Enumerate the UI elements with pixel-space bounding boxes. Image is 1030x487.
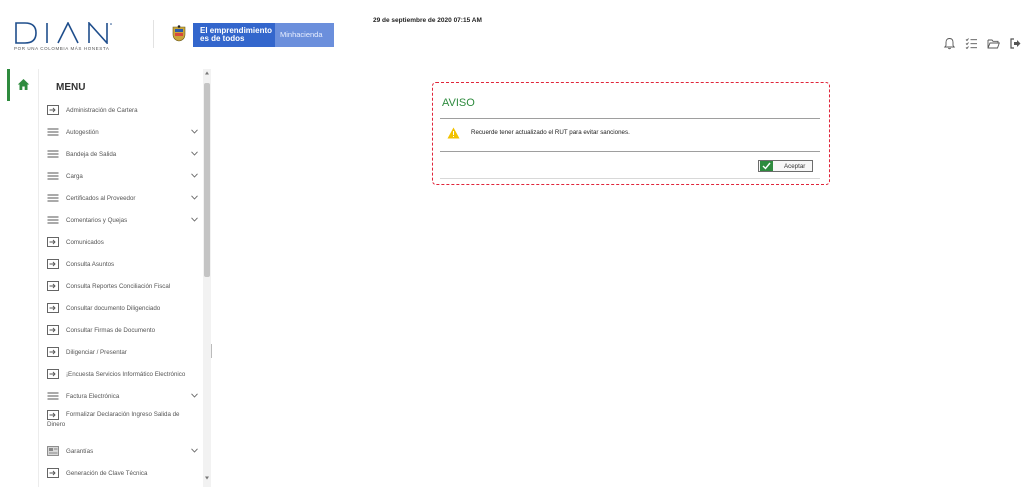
sidebar-menu-item-label: Diligenciar / Presentar <box>66 348 127 356</box>
sidebar-menu-item-label: Factura Electrónica <box>66 392 120 400</box>
arrow-box-icon <box>47 105 59 115</box>
arrow-box-icon <box>47 347 59 357</box>
sidebar-menu-item[interactable]: Administración de Cartera <box>47 99 201 121</box>
sidebar-menu-item[interactable]: Garantías <box>47 440 201 462</box>
sidebar-menu-item-label: Bandeja de Salida <box>66 150 117 158</box>
sidebar-menu-item[interactable]: Generación de Clave Técnica <box>47 462 201 484</box>
sidebar-menu-item-label-line2: Dinero <box>47 421 66 428</box>
colombia-shield-icon <box>172 25 186 42</box>
header-divider <box>153 20 154 48</box>
sidebar-resize-handle[interactable] <box>211 344 214 358</box>
menu-title: MENU <box>56 82 86 93</box>
checklist-icon[interactable] <box>965 37 978 50</box>
dialog-divider-top <box>440 118 820 119</box>
menu-list: Administración de Cartera Autogestión Band… <box>47 99 201 487</box>
folder-icon[interactable] <box>987 37 1000 50</box>
sidebar-rail <box>7 69 39 487</box>
arrow-box-icon <box>47 237 59 247</box>
current-date: 29 de septiembre de 2020 07:15 AM <box>373 17 482 24</box>
sidebar-menu-item[interactable]: Consulta Asuntos <box>47 253 201 275</box>
banner-line2: es de todos <box>200 34 245 43</box>
sidebar-menu-item-label: Consultar Firmas de Documento <box>66 326 156 334</box>
accept-button-label: Aceptar <box>784 162 806 170</box>
sidebar-menu-item-label: Carga <box>66 172 83 180</box>
chevron-down-icon[interactable] <box>191 217 198 222</box>
top-header: POR UNA COLOMBIA MÁS HONESTA El emprendi… <box>0 0 1030 63</box>
arrow-box-icon <box>47 281 59 291</box>
logo-tagline: POR UNA COLOMBIA MÁS HONESTA <box>14 46 110 51</box>
chevron-down-icon[interactable] <box>191 195 198 200</box>
sidebar-menu-item-label: Comunicados <box>66 238 104 246</box>
scroll-up-arrow-icon[interactable] <box>205 71 209 75</box>
dialog-divider-footer <box>440 178 820 179</box>
home-button[interactable] <box>7 69 38 101</box>
chevron-down-icon[interactable] <box>191 151 198 156</box>
sidebar-menu-item-label: Certificados al Proveedor <box>66 194 136 202</box>
government-banner[interactable]: El emprendimiento es de todos Minhaciend… <box>193 23 334 47</box>
dialog-divider-bottom <box>440 151 820 152</box>
sidebar-menu-item[interactable]: ¡Encuesta Servicios Informático Electrón… <box>47 363 201 385</box>
sidebar-menu-item[interactable]: Certificados al Proveedor <box>47 187 201 209</box>
header-actions <box>943 37 1022 50</box>
sidebar-menu-item[interactable]: Carga <box>47 165 201 187</box>
banner-slogan: El emprendimiento es de todos <box>193 23 275 47</box>
chevron-down-icon[interactable] <box>191 448 198 453</box>
sidebar-menu-item-label: ¡Encuesta Servicios Informático Electrón… <box>66 370 186 378</box>
sidebar-menu-item[interactable]: Consultar documento Diligenciado <box>47 297 201 319</box>
arrow-box-icon <box>47 369 59 379</box>
bell-icon[interactable] <box>943 37 956 50</box>
sidebar-menu-item-label: Garantías <box>66 447 94 455</box>
chevron-down-icon[interactable] <box>191 173 198 178</box>
arrow-box-icon <box>47 259 59 269</box>
sidebar-menu: MENU Administración de Cartera Autogestió… <box>7 69 215 487</box>
notice-dialog: AVISO Recuerde tener actualizado el RUT … <box>432 82 830 185</box>
arrow-box-icon <box>47 468 59 478</box>
hamburger-icon <box>47 215 59 225</box>
scroll-down-arrow-icon[interactable] <box>205 476 209 480</box>
guarantee-icon <box>47 446 59 456</box>
chevron-down-icon[interactable] <box>191 393 198 398</box>
check-icon <box>760 161 773 171</box>
sidebar-menu-item-label: Consulta Reportes Conciliación Fiscal <box>66 282 171 290</box>
hamburger-icon <box>47 391 59 401</box>
dian-logo[interactable]: POR UNA COLOMBIA MÁS HONESTA <box>14 22 134 52</box>
dian-wordmark <box>15 22 112 44</box>
hamburger-icon <box>47 149 59 159</box>
sidebar-menu-item[interactable]: Formalizar Declaración Ingreso Salida de… <box>47 407 201 440</box>
sidebar-menu-item-label: Formalizar Declaración Ingreso Salida de… <box>47 410 180 430</box>
accept-button[interactable]: Aceptar <box>758 160 813 172</box>
home-icon <box>17 79 30 90</box>
dialog-title: AVISO <box>442 97 475 109</box>
chevron-down-icon[interactable] <box>191 129 198 134</box>
banner-ministry: Minhacienda <box>275 23 334 47</box>
hamburger-icon <box>47 127 59 137</box>
sidebar-menu-item-label: Consultar documento Diligenciado <box>66 304 161 312</box>
sidebar-menu-item-label: Comentarios y Quejas <box>66 216 128 224</box>
sidebar-menu-item[interactable]: Comentarios y Quejas <box>47 209 201 231</box>
logout-icon[interactable] <box>1009 37 1022 50</box>
sidebar-menu-item-label: Generación de Clave Técnica <box>66 469 148 477</box>
sidebar-menu-item[interactable]: Comunicados <box>47 231 201 253</box>
sidebar-menu-item[interactable]: Bandeja de Salida <box>47 143 201 165</box>
warning-icon <box>447 127 460 139</box>
sidebar-menu-item-label: Autogestión <box>66 128 99 136</box>
sidebar-menu-item-label-line1: Formalizar Declaración Ingreso Salida de <box>66 411 180 418</box>
sidebar-menu-item[interactable]: Autogestión <box>47 121 201 143</box>
arrow-box-icon <box>47 325 59 335</box>
sidebar-menu-item-label: Consulta Asuntos <box>66 260 115 268</box>
arrow-box-icon <box>47 303 59 313</box>
arrow-box-icon <box>47 410 59 420</box>
hamburger-icon <box>47 193 59 203</box>
hamburger-icon <box>47 171 59 181</box>
sidebar-menu-item[interactable]: Factura Electrónica <box>47 385 201 407</box>
sidebar-menu-item[interactable]: Diligenciar / Presentar <box>47 341 201 363</box>
sidebar-menu-item[interactable]: Consultar Firmas de Documento <box>47 319 201 341</box>
sidebar-scrollbar-thumb[interactable] <box>204 83 210 277</box>
sidebar-menu-item[interactable]: Consulta Reportes Conciliación Fiscal <box>47 275 201 297</box>
sidebar-menu-item-label: Administración de Cartera <box>66 106 138 114</box>
dialog-message: Recuerde tener actualizado el RUT para e… <box>471 129 630 136</box>
